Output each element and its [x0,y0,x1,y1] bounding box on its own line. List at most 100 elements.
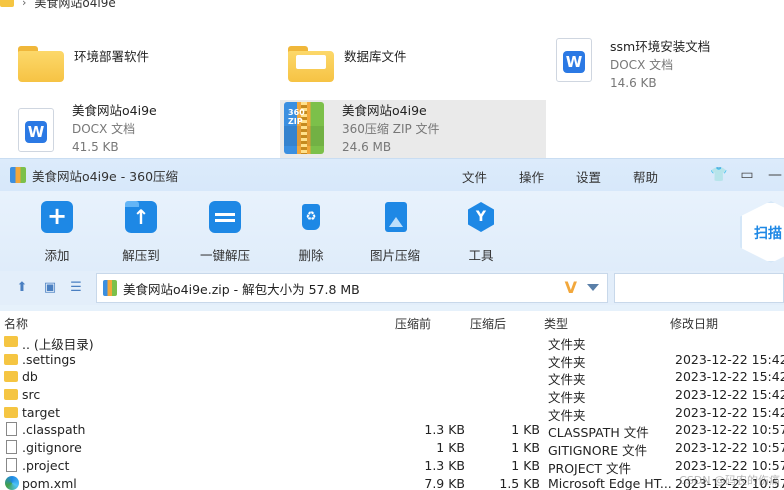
folder-icon [4,389,18,401]
file-size: 41.5 KB [72,140,119,154]
table-row[interactable]: pom.xml 7.9 KB 1.5 KB Microsoft Edge HT... 2… [0,475,784,490]
column-type[interactable]: 类型 [544,315,568,332]
table-row[interactable]: target 文件夹 2023-12-22 15:42 [0,404,784,423]
file-type: 360压缩 ZIP 文件 [342,122,440,136]
column-size-before[interactable]: 压缩前 [395,315,431,332]
window-title: 美食网站o4i9e - 360压缩 [32,168,179,184]
file-tile-ssm-doc[interactable]: W ssm环境安装文档 DOCX 文档 14.6 KB [556,38,710,92]
row-name: .gitignore [22,440,82,456]
zip-archive-icon: 360 ZIP [284,102,324,154]
breadcrumb[interactable]: › 美食网站o4i9e [0,0,116,10]
folder-icon [18,46,64,82]
column-date[interactable]: 修改日期 [670,315,718,332]
image-icon [379,201,411,233]
table-row[interactable]: .project 1.3 KB 1 KB PROJECT 文件 2023-12-22 1… [0,457,784,476]
list-view-icon[interactable]: ☰ [68,280,84,296]
folder-icon [4,336,18,347]
word-doc-icon: W [556,38,592,82]
file-name: 数据库文件 [344,49,407,64]
row-size-before: 7.9 KB [424,475,465,490]
menu-file[interactable]: 文件 [462,167,487,186]
up-arrow-icon[interactable]: ⬆ [14,280,30,296]
folder-icon [288,46,334,82]
file-name: 美食网站o4i9e [342,103,427,118]
breadcrumb-label: 美食网站o4i9e [34,0,116,10]
chevron-right-icon: › [22,0,27,9]
window-controls: 👕 ▭ — [710,166,784,184]
file-explorer: › 美食网站o4i9e 环境部署软件 数据库文件 W ssm环境安装文档 DOC… [0,0,784,158]
table-row[interactable]: .classpath 1.3 KB 1 KB CLASSPATH 文件 2023-12-… [0,421,784,440]
row-date: 2023-12-22 15:42 [675,369,784,385]
add-button[interactable]: + 添加 [22,201,92,264]
row-date: 2023-12-22 10:57 [675,440,784,456]
file-size: 24.6 MB [342,140,392,154]
row-date: 2023-12-22 15:42 [675,351,784,367]
menu-settings[interactable]: 设置 [576,167,601,186]
file-type: DOCX 文档 [610,58,674,72]
row-type: Microsoft Edge HT... [548,475,672,490]
minimize-icon[interactable]: — [766,166,784,184]
chevron-down-icon[interactable] [587,284,599,291]
message-icon[interactable]: ▭ [738,166,756,184]
add-label: 添加 [44,248,70,263]
tools-icon: Y [465,201,497,233]
menu-operation[interactable]: 操作 [519,167,544,186]
edge-browser-icon [5,475,19,490]
zip-archive-icon [103,280,117,296]
file-name: 美食网站o4i9e [72,103,157,118]
extract-folder-icon [125,201,157,233]
row-name: .project [22,457,70,473]
row-name: .classpath [22,422,86,438]
extract-to-label: 解压到 [122,248,160,263]
table-row[interactable]: .settings 文件夹 2023-12-22 15:42 [0,351,784,370]
toolbar: + 添加 解压到 一键解压 删除 图片压缩 Y 工具 扫描 [0,191,784,271]
row-name: db [22,369,38,385]
word-doc-icon: W [18,108,54,152]
column-size-after[interactable]: 压缩后 [470,315,506,332]
row-date: 2023-12-22 15:42 [675,404,784,420]
file-type: DOCX 文档 [72,122,136,136]
row-date: 2023-12-22 15:42 [675,387,784,403]
row-size-before: 1.3 KB [424,422,465,438]
verified-v-icon: V [564,278,577,297]
app-icon [10,167,26,183]
extract-to-button[interactable]: 解压到 [106,201,176,264]
folder-icon [4,353,18,365]
row-size-before: 1 KB [436,440,465,456]
thumbnail-view-icon[interactable]: ▣ [42,280,58,296]
file-size: 14.6 KB [610,76,657,90]
delete-button[interactable]: 删除 [276,201,346,264]
file-tile-env-software[interactable]: 环境部署软件 [18,46,149,82]
file-tile-database[interactable]: 数据库文件 [288,46,407,82]
file-name: ssm环境安装文档 [610,39,711,54]
row-size-before: 1.3 KB [424,457,465,473]
one-click-extract-button[interactable]: 一键解压 [190,201,260,264]
one-click-extract-label: 一键解压 [199,248,250,263]
file-icon [6,440,17,455]
menu-help[interactable]: 帮助 [633,167,658,186]
table-row[interactable]: .gitignore 1 KB 1 KB GITIGNORE 文件 2023-12-22… [0,439,784,458]
row-name: src [22,387,41,403]
file-tile-food-zip[interactable]: 360 ZIP 美食网站o4i9e 360压缩 ZIP 文件 24.6 MB [280,100,546,158]
table-row[interactable]: src 文件夹 2023-12-22 15:42 [0,386,784,405]
image-compress-button[interactable]: 图片压缩 [360,201,430,264]
table-row[interactable]: .. (上级目录) 文件夹 [0,333,784,352]
table-row[interactable]: db 文件夹 2023-12-22 15:42 [0,368,784,387]
tools-button[interactable]: Y 工具 [446,201,516,264]
delete-label: 删除 [298,248,324,263]
address-bar: ⬆ ▣ ☰ 美食网站o4i9e.zip - 解包大小为 57.8 MB V [0,271,784,305]
file-icon [6,422,17,437]
path-field[interactable]: 美食网站o4i9e.zip - 解包大小为 57.8 MB V [96,273,608,303]
file-list: .. (上级目录) 文件夹 .settings 文件夹 2023-12-22 15:42… [0,333,784,490]
folder-icon [4,406,18,418]
file-icon [6,457,17,472]
shirt-skin-icon[interactable]: 👕 [710,166,728,184]
column-name[interactable]: 名称 [4,315,28,332]
file-tile-food-doc[interactable]: W 美食网站o4i9e DOCX 文档 41.5 KB [18,102,157,156]
search-input[interactable] [614,273,784,303]
one-click-extract-icon [209,201,241,233]
scan-button[interactable]: 扫描 [740,201,784,263]
tools-label: 工具 [468,248,494,263]
row-name: pom.xml [22,475,77,490]
list-header: 名称 压缩前 压缩后 类型 修改日期 [0,311,784,333]
